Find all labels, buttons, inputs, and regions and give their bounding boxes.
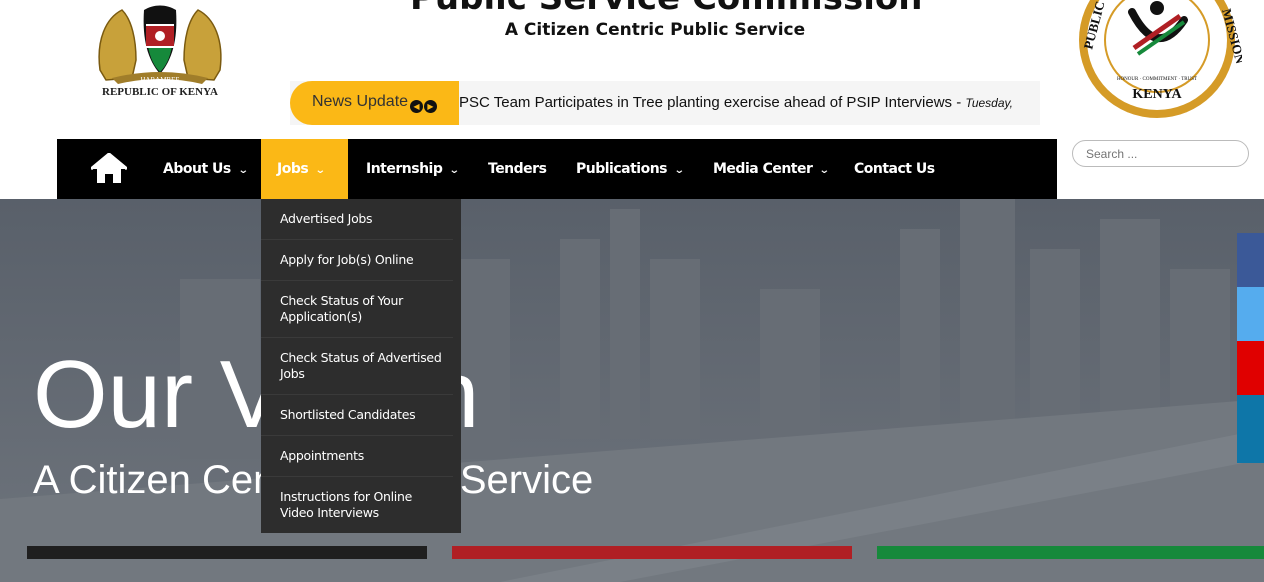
nav-media-center[interactable]: Media Center ⌄ [713,139,830,199]
nav-tenders[interactable]: Tenders [488,139,547,199]
nav-about-us[interactable]: About Us ⌄ [163,139,249,199]
chevron-down-icon: ⌄ [449,165,460,176]
coat-caption: REPUBLIC OF KENYA [102,86,218,98]
news-date: Tuesday, [965,96,1013,110]
nav-internship[interactable]: Internship ⌄ [366,139,460,199]
home-icon[interactable] [90,152,128,185]
facebook-icon[interactable] [1237,233,1264,287]
nav-about-us-label: About Us [163,161,231,177]
nav-jobs-label: Jobs [277,161,309,177]
nav-contact-us[interactable]: Contact Us [854,139,935,199]
chevron-down-icon: ⌄ [237,165,249,176]
site-tagline: A Citizen Centric Public Service [504,20,806,40]
chevron-down-icon: ⌄ [673,165,685,176]
hero-banner: Our Vision A Citizen Centric Public Serv… [0,199,1264,582]
menu-item-shortlisted-candidates[interactable]: Shortlisted Candidates [261,395,453,436]
youtube-icon[interactable] [1237,341,1264,395]
nav-publications-label: Publications [576,161,668,177]
menu-item-video-interview-instructions[interactable]: Instructions for Online Video Interviews [261,477,453,533]
menu-item-advertised-jobs[interactable]: Advertised Jobs [261,199,453,240]
nav-contact-us-label: Contact Us [854,161,935,177]
linkedin-icon[interactable] [1237,395,1264,463]
news-next-icon[interactable]: ▶ [424,100,437,113]
menu-item-check-advertised-jobs[interactable]: Check Status of Advertised Jobs [261,338,453,395]
nav-tenders-label: Tenders [488,161,547,177]
news-label-text: News Update [312,93,409,110]
svg-text:HONOUR · COMMITMENT · TRUST: HONOUR · COMMITMENT · TRUST [1117,77,1197,82]
nav-media-center-label: Media Center [713,161,813,177]
news-arrows: ◀ ▶ [410,96,438,114]
menu-item-apply-online[interactable]: Apply for Job(s) Online [261,240,453,281]
chevron-down-icon: ⌄ [315,165,326,176]
svg-text:KENYA: KENYA [1132,87,1182,102]
news-headline[interactable]: PSC Team Participates in Tree planting e… [459,94,965,111]
news-ticker: News Update ◀ ▶ PSC Team Participates in … [290,81,1040,125]
main-nav: About Us ⌄ Jobs ⌄ Internship ⌄ Tenders Publ… [57,139,1057,199]
psc-logo[interactable]: KENYA PUBLIC MISSION HONOUR · COMMITMENT… [1072,0,1248,120]
site-title: Public Service Commission [410,0,922,18]
svg-text:HARAMBEE: HARAMBEE [140,76,179,84]
news-prev-icon[interactable]: ◀ [410,100,423,113]
jobs-dropdown-menu: Advertised Jobs Apply for Job(s) Online … [261,199,461,533]
nav-internship-label: Internship [366,161,443,177]
flag-stripe-black [27,546,427,559]
nav-publications[interactable]: Publications ⌄ [576,139,685,199]
flag-stripe-red [452,546,852,559]
nav-jobs[interactable]: Jobs ⌄ [261,139,348,199]
news-headline-link[interactable]: PSC Team Participates in Tree planting e… [459,81,1028,125]
twitter-icon[interactable] [1237,287,1264,341]
search-input[interactable] [1072,140,1249,167]
coat-of-arms-logo[interactable]: HARAMBEE REPUBLIC OF KENYA [92,0,228,100]
menu-item-check-application-status[interactable]: Check Status of Your Application(s) [261,281,453,338]
menu-item-appointments[interactable]: Appointments [261,436,453,477]
flag-stripe-green [877,546,1264,559]
chevron-down-icon: ⌄ [819,165,830,176]
